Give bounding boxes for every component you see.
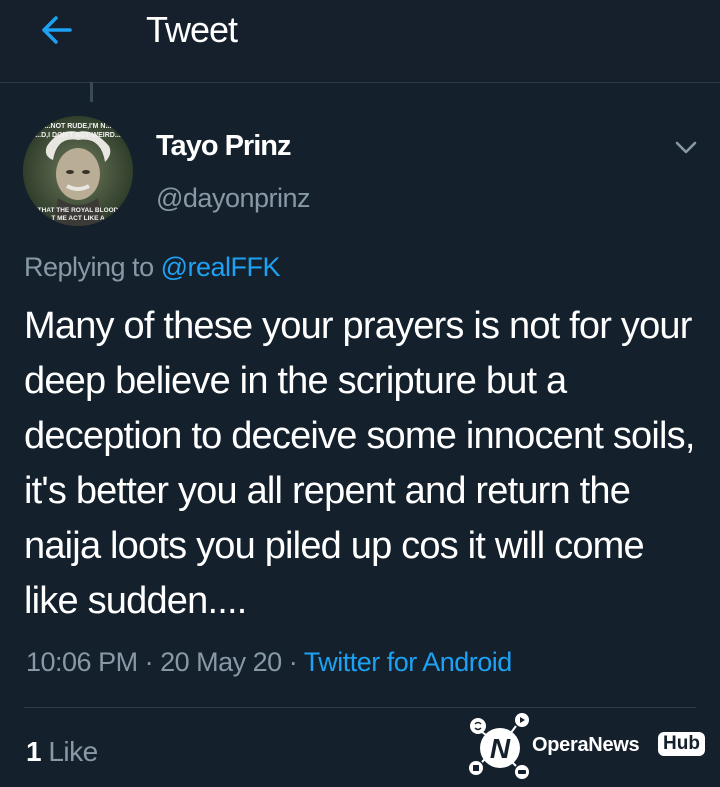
arrow-left-icon [42,16,72,44]
author-display-name[interactable]: Tayo Prinz [156,130,291,163]
avatar-meme-image: ...NOT RUDE,I'M N... ...D,I DON'T ACT WE… [23,116,133,226]
meta-separator: · [288,647,298,677]
watermark-hub-badge: Hub [658,732,705,756]
likes-stat[interactable]: 1 Like [26,736,98,768]
opera-news-logo-icon: N [469,713,529,779]
chevron-down-icon [675,141,697,154]
svg-text:...NOT RUDE,I'M N...: ...NOT RUDE,I'M N... [45,123,112,130]
replying-to-line: Replying to @realFFK [24,252,281,283]
top-bar: Tweet [0,0,720,83]
author-handle[interactable]: @dayonprinz [156,183,311,214]
tweet-body: Many of these your prayers is not for yo… [24,305,695,622]
tweet-date: 20 May 20 [160,647,282,677]
tweet-time: 10:06 PM [26,647,138,677]
like-count: 1 [26,736,42,767]
tweet-metadata: 10:06 PM · 20 May 20 · Twitter for Andro… [26,647,512,678]
replying-to-mention[interactable]: @realFFK [161,252,281,282]
svg-text:...T ME ACT LIKE A...: ...T ME ACT LIKE A... [46,215,110,222]
tweet-options-button[interactable] [673,136,699,158]
tweet-source-link[interactable]: Twitter for Android [304,647,513,677]
opera-news-hub-watermark: N OperaNews Hub [466,712,711,780]
page-title: Tweet [146,9,238,50]
meta-separator: · [144,647,154,677]
svg-text:...THAT THE ROYAL BLOOD...: ...THAT THE ROYAL BLOOD... [32,207,124,214]
like-label: Like [48,736,98,767]
avatar[interactable]: ...NOT RUDE,I'M N... ...D,I DON'T ACT WE… [23,116,133,226]
svg-text:N: N [490,733,511,764]
replying-to-label: Replying to [24,252,154,282]
watermark-brand: OperaNews [532,734,640,756]
divider [24,707,696,708]
back-button[interactable] [36,10,76,50]
svg-text:...D,I DON'T ACT WEIRD...: ...D,I DON'T ACT WEIRD... [35,132,120,139]
thread-connector-line [90,82,93,102]
